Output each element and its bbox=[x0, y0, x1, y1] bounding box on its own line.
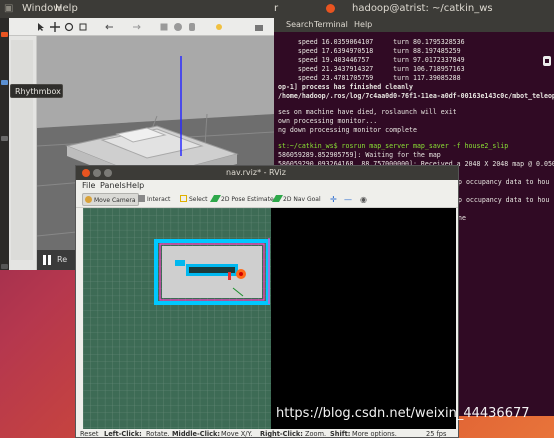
nav-goal-arrow-icon bbox=[271, 195, 284, 202]
launcher-item-icon[interactable] bbox=[1, 80, 8, 85]
status-text: More options. bbox=[352, 430, 397, 438]
gazebo-reset-label[interactable]: Re bbox=[57, 255, 67, 264]
terminal-line: p occupancy data to hou bbox=[458, 178, 550, 186]
tool-move-camera[interactable]: Move Camera bbox=[82, 193, 139, 206]
light-icon[interactable] bbox=[214, 22, 224, 32]
terminal-line: ne bbox=[458, 214, 466, 222]
sphere-shape-icon[interactable] bbox=[173, 22, 183, 32]
undo-icon[interactable] bbox=[105, 22, 115, 32]
rviz-statusbar: Reset Left-Click: Rotate. Middle-Click: … bbox=[76, 429, 458, 438]
rviz-title: nav.rviz* - RViz bbox=[226, 168, 286, 177]
terminal-prompt-line: st:~/catkin_ws$ rosrun map_server map_sa… bbox=[278, 142, 509, 150]
status-text: Zoom. bbox=[305, 430, 327, 438]
minimize-icon[interactable] bbox=[93, 169, 101, 177]
interact-icon bbox=[138, 195, 145, 202]
gazebo-left-panel bbox=[9, 36, 37, 270]
terminal-window: Search Terminal Help speed 16.0359064107… bbox=[274, 18, 554, 188]
pause-icon-bar bbox=[48, 255, 51, 265]
status-key: Left-Click: bbox=[104, 430, 142, 438]
terminal-line: 586059289.852905759]: Waiting for the ma… bbox=[278, 151, 441, 159]
maximize-icon[interactable] bbox=[104, 169, 112, 177]
launcher-bar bbox=[0, 18, 9, 270]
terminal-line: p occupancy data to hou bbox=[458, 196, 550, 204]
terminal-line: speed 19.403446757 turn 97.0172337849 bbox=[278, 56, 465, 64]
status-key: Shift: bbox=[330, 430, 351, 438]
terminal-line: own processing monitor... bbox=[278, 117, 378, 125]
tool-label: 2D Nav Goal bbox=[283, 196, 321, 203]
translate-icon[interactable] bbox=[50, 22, 60, 32]
cylinder-shape-icon[interactable] bbox=[187, 22, 197, 32]
select-icon bbox=[180, 195, 187, 202]
tool-label: Select bbox=[189, 196, 208, 203]
rviz-map-render bbox=[83, 208, 456, 429]
select-arrow-icon[interactable] bbox=[36, 22, 46, 32]
tool-label: Interact bbox=[147, 196, 171, 203]
tool-2d-nav-goal[interactable]: 2D Nav Goal bbox=[271, 193, 323, 206]
status-key: Middle-Click: bbox=[172, 430, 221, 438]
close-icon[interactable] bbox=[82, 169, 90, 177]
rviz-3d-viewport[interactable] bbox=[83, 208, 456, 429]
rviz-menu-help[interactable]: Help bbox=[126, 181, 144, 190]
status-key: Right-Click: bbox=[260, 430, 303, 438]
box-shape-icon[interactable] bbox=[159, 22, 169, 32]
move-camera-icon bbox=[85, 196, 92, 203]
terminal-line: /home/hadoop/.ros/log/7c4aa0d0-76f1-11ea… bbox=[278, 92, 554, 100]
terminal-side-icon[interactable] bbox=[542, 48, 552, 76]
rviz-menu-panels[interactable]: Panels bbox=[100, 181, 126, 190]
rviz-titlebar: nav.rviz* - RViz bbox=[76, 166, 458, 180]
terminal-line: ses on machine have died, roslaunch will… bbox=[278, 108, 457, 116]
watermark-text: https://blog.csdn.net/weixin_44436677 bbox=[276, 406, 530, 421]
terminal-line: speed 16.0359064107 turn 80.1795328536 bbox=[278, 38, 465, 46]
menubar-partial-icon: ▣ bbox=[4, 3, 14, 14]
fps-readout: 25 fps bbox=[426, 430, 447, 438]
terminal-line: speed 21.3437914327 turn 106.718957163 bbox=[278, 65, 465, 73]
rviz-menubar: File Panels Help bbox=[76, 180, 458, 192]
terminal-line: speed 17.6394970518 turn 88.197485259 bbox=[278, 47, 461, 55]
tool-label: 2D Pose Estimate bbox=[221, 196, 274, 203]
tool-select[interactable]: Select bbox=[178, 193, 210, 206]
status-text: Move X/Y. bbox=[221, 430, 253, 438]
close-icon[interactable] bbox=[326, 4, 335, 13]
terminal-line: ng down processing monitor complete bbox=[278, 126, 417, 134]
launcher-tooltip: Rhythmbox bbox=[10, 84, 63, 98]
terminal-lower-area: p occupancy data to hou p occupancy data… bbox=[456, 176, 554, 416]
terminal-menu-terminal[interactable]: Terminal bbox=[314, 20, 348, 29]
rviz-menu-file[interactable]: File bbox=[82, 181, 95, 190]
top-menubar: ▣ Window Help r hadoop@atrist: ~/catkin_… bbox=[0, 0, 554, 18]
rviz-window: nav.rviz* - RViz File Panels Help Move C… bbox=[75, 165, 459, 438]
status-text: Rotate. bbox=[146, 430, 170, 438]
tool-label: Move Camera bbox=[94, 197, 136, 204]
terminal-line: speed 23.4781705759 turn 117.39085288 bbox=[278, 74, 461, 82]
menu-help[interactable]: Help bbox=[55, 3, 78, 14]
terminal-menu-search[interactable]: Search bbox=[286, 20, 313, 29]
gazebo-toolbar bbox=[9, 18, 274, 36]
screenshot-icon[interactable] bbox=[254, 22, 264, 32]
gazebo-playback-bar: Re bbox=[37, 250, 77, 270]
scale-icon[interactable] bbox=[78, 22, 88, 32]
remove-tool-button[interactable]: — bbox=[342, 193, 354, 206]
tool-2d-pose-estimate[interactable]: 2D Pose Estimate bbox=[209, 193, 276, 206]
terminal-menubar: Search Terminal Help bbox=[274, 18, 554, 32]
launcher-item-icon[interactable] bbox=[1, 32, 8, 37]
pause-icon[interactable] bbox=[43, 255, 46, 265]
menubar-partial-label: r bbox=[274, 3, 279, 14]
terminal-window-title: hadoop@atrist: ~/catkin_ws bbox=[352, 3, 493, 14]
rotate-icon[interactable] bbox=[64, 22, 74, 32]
gazebo-panel-tabs[interactable] bbox=[11, 40, 33, 260]
terminal-line: op-1] process has finished cleanly bbox=[278, 83, 413, 91]
pose-arrow-icon bbox=[209, 195, 222, 202]
tool-properties-button[interactable]: ◉ bbox=[358, 193, 369, 206]
rviz-toolbar: Move Camera Interact Select 2D Pose Esti… bbox=[76, 192, 458, 208]
add-tool-button[interactable]: ✛ bbox=[328, 193, 339, 206]
tool-interact[interactable]: Interact bbox=[136, 193, 172, 206]
launcher-item-icon[interactable] bbox=[1, 136, 8, 141]
launcher-item-icon[interactable] bbox=[1, 264, 8, 269]
gear-icon: ◉ bbox=[360, 195, 367, 204]
minus-icon: — bbox=[344, 195, 352, 204]
reset-button[interactable]: Reset bbox=[80, 430, 98, 437]
plus-icon: ✛ bbox=[330, 195, 337, 204]
terminal-menu-help[interactable]: Help bbox=[354, 20, 372, 29]
redo-icon[interactable] bbox=[131, 22, 141, 32]
